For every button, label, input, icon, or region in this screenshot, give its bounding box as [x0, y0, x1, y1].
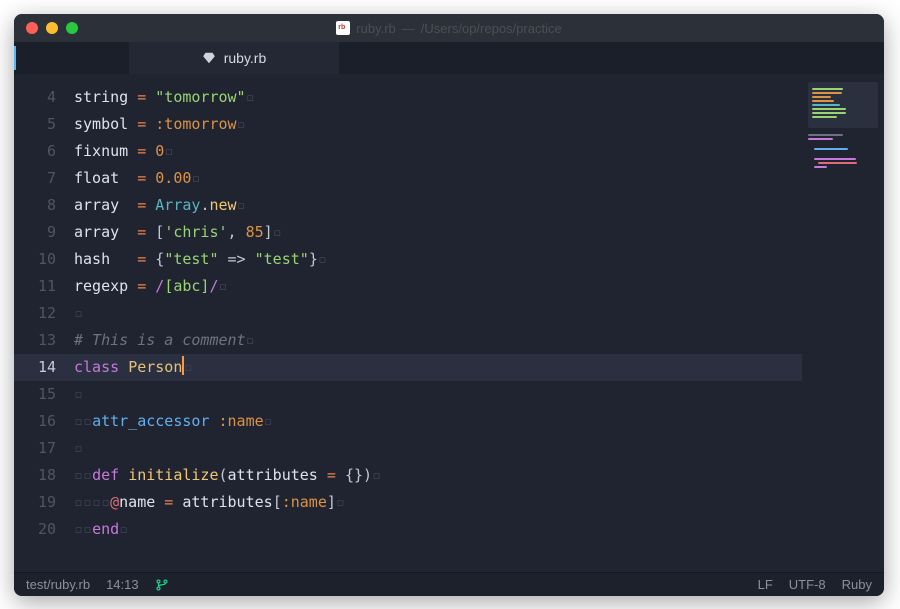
line-17: 17▫: [14, 435, 802, 462]
status-cursor-position[interactable]: 14:13: [106, 577, 139, 592]
minimap-viewport: [808, 82, 878, 128]
gutter-line-number: 16: [14, 408, 74, 435]
code-editor[interactable]: 4string = "tomorrow"▫ 5symbol = :tomorro…: [14, 74, 802, 572]
gutter-line-number: 8: [14, 192, 74, 219]
line-18: 18▫▫def initialize(attributes = {})▫: [14, 462, 802, 489]
status-filepath[interactable]: test/ruby.rb: [26, 577, 90, 592]
minimize-window-button[interactable]: [46, 22, 58, 34]
titlebar: ruby.rb — /Users/op/repos/practice: [14, 14, 884, 42]
line-8: 8array = Array.new▫: [14, 192, 802, 219]
gutter-line-number: 6: [14, 138, 74, 165]
line-15: 15▫: [14, 381, 802, 408]
gutter-line-number: 9: [14, 219, 74, 246]
status-encoding[interactable]: UTF-8: [789, 577, 826, 592]
gutter-line-number: 18: [14, 462, 74, 489]
gutter-line-number: 13: [14, 327, 74, 354]
close-window-button[interactable]: [26, 22, 38, 34]
status-bar: test/ruby.rb 14:13 LF UTF-8 Ruby: [14, 572, 884, 596]
line-11: 11regexp = /[abc]/▫: [14, 273, 802, 300]
line-12: 12▫: [14, 300, 802, 327]
tab-label: ruby.rb: [224, 50, 267, 66]
status-language[interactable]: Ruby: [842, 577, 872, 592]
gutter-line-number: 10: [14, 246, 74, 273]
gutter-line-number: 5: [14, 111, 74, 138]
gutter-line-number: 15: [14, 381, 74, 408]
tab-ruby-rb[interactable]: ruby.rb: [129, 42, 339, 74]
line-7: 7float = 0.00▫: [14, 165, 802, 192]
status-line-ending[interactable]: LF: [758, 577, 773, 592]
line-13: 13# This is a comment▫: [14, 327, 802, 354]
line-14-current: 14class Person▫: [14, 354, 802, 381]
title-filename: ruby.rb: [356, 21, 396, 36]
line-4: 4string = "tomorrow"▫: [14, 84, 802, 111]
gutter-line-number: 20: [14, 516, 74, 543]
line-10: 10hash = {"test" => "test"}▫: [14, 246, 802, 273]
gutter-line-number: 7: [14, 165, 74, 192]
ruby-diamond-icon: [202, 51, 216, 65]
editor-pane: 4string = "tomorrow"▫ 5symbol = :tomorro…: [14, 74, 884, 572]
title-path: /Users/op/repos/practice: [421, 21, 562, 36]
maximize-window-button[interactable]: [66, 22, 78, 34]
gutter-line-number: 12: [14, 300, 74, 327]
minimap[interactable]: [802, 74, 884, 572]
line-20: 20▫▫end▫: [14, 516, 802, 543]
gutter-line-number: 19: [14, 489, 74, 516]
gutter-line-number: 17: [14, 435, 74, 462]
line-9: 9array = ['chris', 85]▫: [14, 219, 802, 246]
line-5: 5symbol = :tomorrow▫: [14, 111, 802, 138]
gutter-line-number: 14: [14, 354, 74, 381]
traffic-lights: [26, 22, 78, 34]
app-window: ruby.rb — /Users/op/repos/practice ruby.…: [14, 14, 884, 596]
ruby-file-icon: [336, 21, 350, 35]
git-branch-icon: [155, 578, 169, 592]
line-19: 19▫▫▫▫@name = attributes[:name]▫: [14, 489, 802, 516]
line-6: 6fixnum = 0▫: [14, 138, 802, 165]
window-title: ruby.rb — /Users/op/repos/practice: [14, 21, 884, 36]
line-16: 16▫▫attr_accessor :name▫: [14, 408, 802, 435]
gutter-line-number: 11: [14, 273, 74, 300]
tab-bar: ruby.rb: [14, 42, 884, 74]
gutter-line-number: 4: [14, 84, 74, 111]
